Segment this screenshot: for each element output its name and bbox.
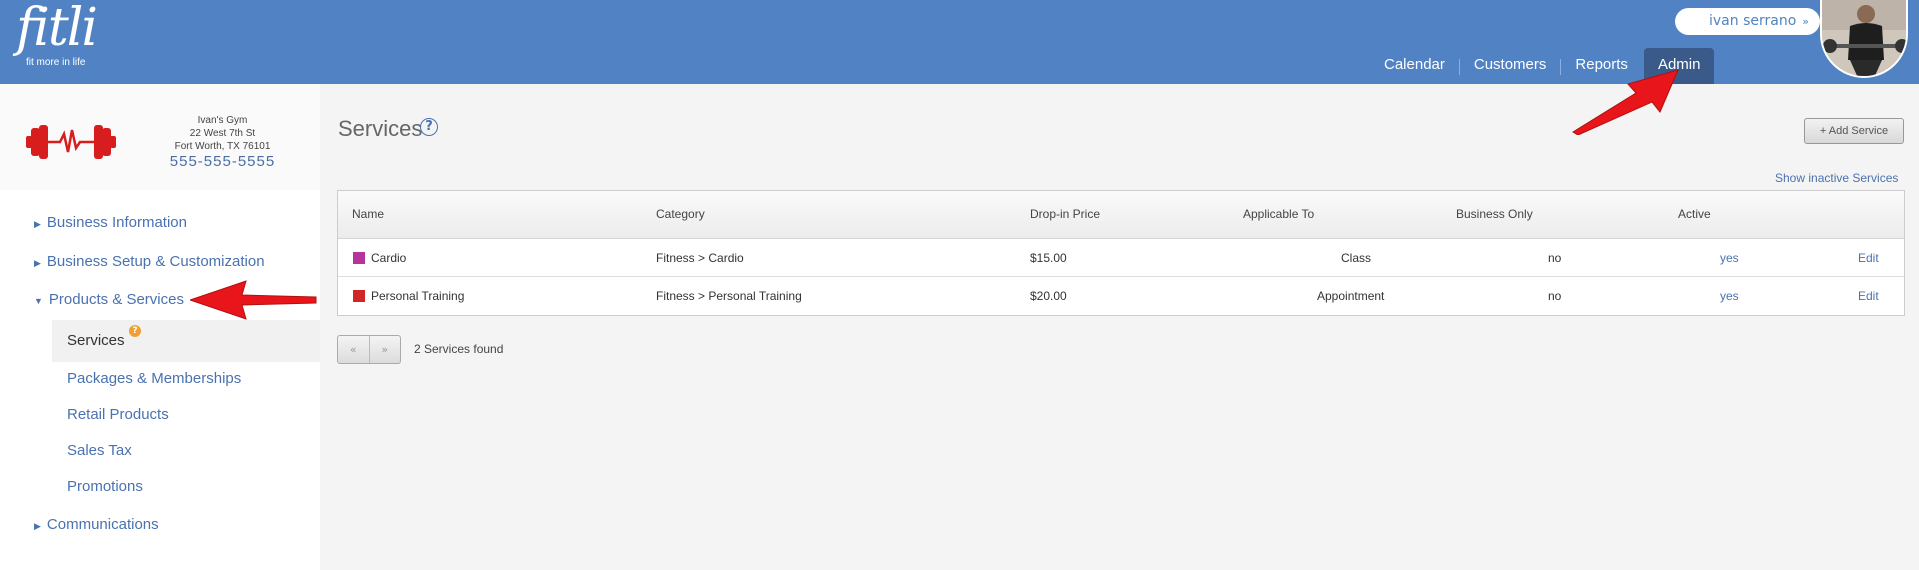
- table-header: Name Category Drop-in Price Applicable T…: [338, 191, 1904, 239]
- pagination: « »: [337, 335, 401, 364]
- service-category: Fitness > Cardio: [656, 251, 744, 265]
- column-header-name[interactable]: Name: [352, 207, 384, 221]
- show-inactive-link[interactable]: Show inactive Services: [1775, 171, 1898, 185]
- column-header-price[interactable]: Drop-in Price: [1030, 207, 1100, 221]
- business-address-line1: 22 West 7th St: [189, 128, 256, 139]
- table-row: Personal Training Fitness > Personal Tra…: [338, 277, 1904, 315]
- avatar-photo: [1822, 0, 1906, 76]
- service-category: Fitness > Personal Training: [656, 289, 802, 303]
- sidebar-item-business-information[interactable]: ▶ Business Information: [34, 214, 187, 231]
- sidebar-subitem-label: Services: [67, 332, 125, 349]
- nav-calendar[interactable]: Calendar: [1370, 48, 1459, 84]
- sidebar-item-communications[interactable]: ▶ Communications: [34, 516, 159, 533]
- results-count: 2 Services found: [414, 342, 504, 356]
- service-business-only: no: [1548, 289, 1562, 303]
- nav-customers[interactable]: Customers: [1460, 48, 1561, 84]
- logo-wordmark: fitli: [16, 0, 98, 58]
- prev-page-button[interactable]: «: [338, 336, 370, 363]
- dumbbell-heartbeat-logo: [26, 125, 116, 159]
- help-icon[interactable]: ?: [420, 118, 438, 136]
- user-menu[interactable]: ivan serrano »: [1675, 8, 1820, 35]
- sidebar-subitem-services[interactable]: Services ?: [52, 320, 320, 362]
- caret-down-icon: ▼: [34, 296, 43, 306]
- service-name[interactable]: Personal Training: [371, 289, 464, 303]
- sidebar-item-label: Business Information: [46, 214, 187, 231]
- avatar[interactable]: [1820, 0, 1908, 78]
- annotation-arrow-icon: [190, 280, 317, 320]
- help-badge-icon[interactable]: ?: [129, 325, 141, 337]
- edit-link[interactable]: Edit: [1858, 251, 1879, 265]
- color-swatch: [353, 252, 365, 264]
- annotation-arrow-icon: [1572, 69, 1679, 135]
- sidebar-subitem-packages[interactable]: Packages & Memberships: [67, 370, 241, 387]
- sidebar-subitem-promotions[interactable]: Promotions: [67, 478, 143, 495]
- fitli-logo[interactable]: fitli fit more in life: [12, 0, 102, 78]
- caret-right-icon: ▶: [34, 521, 41, 531]
- column-header-active[interactable]: Active: [1678, 207, 1711, 221]
- services-table: Name Category Drop-in Price Applicable T…: [337, 190, 1905, 316]
- sidebar-subitem-sales-tax[interactable]: Sales Tax: [67, 442, 132, 459]
- service-price: $15.00: [1030, 251, 1067, 265]
- sidebar: Ivan's Gym 22 West 7th St Fort Worth, TX…: [0, 84, 320, 570]
- column-header-applicable[interactable]: Applicable To: [1243, 207, 1314, 221]
- chevron-down-icon: »: [1802, 15, 1810, 28]
- caret-right-icon: ▶: [34, 219, 41, 229]
- business-address-line2: Fort Worth, TX 76101: [174, 141, 271, 152]
- service-business-only: no: [1548, 251, 1562, 265]
- page-title: Services: [338, 116, 423, 141]
- sidebar-item-label: Products & Services: [48, 291, 184, 308]
- color-swatch: [353, 290, 365, 302]
- sidebar-subitem-retail[interactable]: Retail Products: [67, 406, 169, 423]
- sidebar-item-label: Communications: [46, 516, 159, 533]
- logo-tagline: fit more in life: [26, 57, 86, 68]
- service-active-toggle[interactable]: yes: [1720, 251, 1739, 265]
- sidebar-item-products-services[interactable]: ▼ Products & Services: [34, 291, 184, 308]
- business-name: Ivan's Gym: [197, 115, 248, 126]
- main-content: Services ? + Add Service Show inactive S…: [320, 84, 1919, 570]
- business-phone: 555-555-5555: [169, 153, 276, 170]
- table-row: Cardio Fitness > Cardio $15.00 Class no …: [338, 239, 1904, 277]
- service-price: $20.00: [1030, 289, 1067, 303]
- next-page-button[interactable]: »: [370, 336, 401, 363]
- caret-right-icon: ▶: [34, 258, 41, 268]
- service-applicable: Class: [1341, 251, 1372, 265]
- service-applicable: Appointment: [1317, 289, 1385, 303]
- add-service-button[interactable]: + Add Service: [1804, 118, 1904, 144]
- edit-link[interactable]: Edit: [1858, 289, 1879, 303]
- column-header-business-only[interactable]: Business Only: [1456, 207, 1533, 221]
- business-card: Ivan's Gym 22 West 7th St Fort Worth, TX…: [0, 84, 320, 190]
- service-name[interactable]: Cardio: [371, 251, 406, 265]
- sidebar-item-business-setup[interactable]: ▶ Business Setup & Customization: [34, 253, 265, 270]
- column-header-category[interactable]: Category: [656, 207, 705, 221]
- sidebar-item-label: Business Setup & Customization: [46, 253, 265, 270]
- service-active-toggle[interactable]: yes: [1720, 289, 1739, 303]
- user-name: ivan serrano: [1709, 13, 1797, 29]
- business-info: Ivan's Gym 22 West 7th St Fort Worth, TX…: [150, 114, 295, 170]
